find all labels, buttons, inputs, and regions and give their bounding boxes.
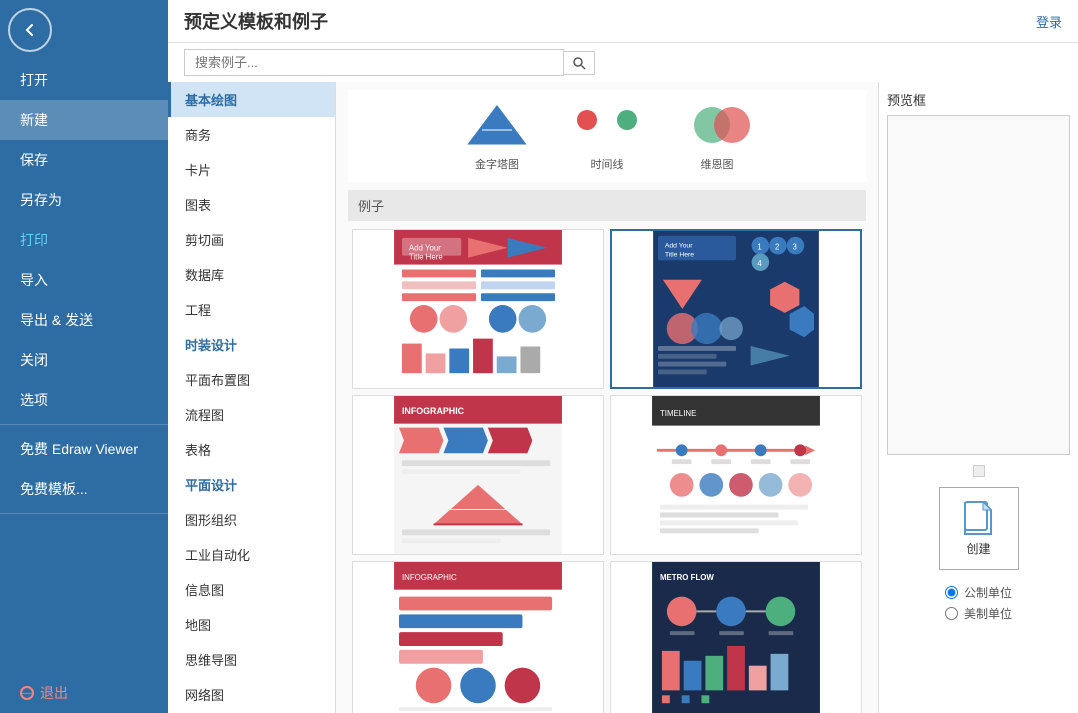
cat-item-industrial[interactable]: 工业自动化 <box>168 537 335 572</box>
svg-text:2: 2 <box>775 243 779 252</box>
cat-item-database[interactable]: 数据库 <box>168 257 335 292</box>
back-button[interactable] <box>8 8 52 52</box>
content-split: 基本绘图 商务 卡片 图表 剪切画 数据库 工程 时装设计 平面布置图 流程图 … <box>168 82 1078 713</box>
template-card-3[interactable]: INFOGRAPHIC <box>352 395 604 555</box>
thumb-timeline[interactable]: 时间线 <box>567 100 647 172</box>
close-label: 关闭 <box>20 350 48 370</box>
svg-text:Title Here: Title Here <box>409 253 444 262</box>
radio-us[interactable]: 美制单位 <box>945 605 1012 622</box>
cat-item-floorplan[interactable]: 平面布置图 <box>168 362 335 397</box>
sidebar-divider-2 <box>0 513 168 514</box>
top-thumbs-row: 金字塔图 时间线 维恩图 <box>348 90 866 182</box>
cat-item-business[interactable]: 商务 <box>168 117 335 152</box>
login-link[interactable]: 登录 <box>1036 12 1062 31</box>
sidebar-item-import[interactable]: 导入 <box>0 260 168 300</box>
cat-item-mindmap[interactable]: 思维导图 <box>168 642 335 677</box>
sidebar-item-print[interactable]: 打印 <box>0 220 168 260</box>
cat-item-flowchart[interactable]: 流程图 <box>168 397 335 432</box>
thumb-timeline-label: 时间线 <box>591 156 624 172</box>
svg-text:Title Here: Title Here <box>665 251 694 258</box>
radio-group: 公制单位 美制单位 <box>945 584 1012 622</box>
new-label: 新建 <box>20 110 48 130</box>
template-card-2[interactable]: Add Your Title Here 1 2 3 4 <box>610 229 862 389</box>
sidebar-item-free-templates[interactable]: 免费模板... <box>0 469 168 509</box>
thumb-pyramid-label: 金字塔图 <box>475 156 519 172</box>
create-button[interactable]: 创建 <box>939 487 1019 570</box>
exit-label: 退出 <box>40 683 68 703</box>
cat-item-network[interactable]: 网络图 <box>168 677 335 712</box>
template-card-4[interactable]: TIMELINE <box>610 395 862 555</box>
cat-item-fashion[interactable]: 时装设计 <box>168 327 335 362</box>
cat-item-clipart[interactable]: 剪切画 <box>168 222 335 257</box>
top-bar: 预定义模板和例子 登录 <box>168 0 1078 43</box>
sidebar-item-open[interactable]: 打开 <box>0 60 168 100</box>
open-label: 打开 <box>20 70 48 90</box>
sidebar-item-free-viewer[interactable]: 免费 Edraw Viewer <box>0 429 168 469</box>
radio-public[interactable]: 公制单位 <box>945 584 1012 601</box>
cat-item-infograph[interactable]: 图形组织 <box>168 502 335 537</box>
cat-item-table[interactable]: 表格 <box>168 432 335 467</box>
preview-box <box>887 115 1070 455</box>
radio-us-label: 美制单位 <box>964 605 1012 622</box>
preview-panel: 预览框 创建 公制单位 <box>878 82 1078 713</box>
free-viewer-label: 免费 Edraw Viewer <box>20 439 138 459</box>
sidebar-item-options[interactable]: 选项 <box>0 380 168 420</box>
template-card-1[interactable]: Add Your Title Here <box>352 229 604 389</box>
svg-text:Add Your: Add Your <box>665 243 693 250</box>
page-title: 预定义模板和例子 <box>184 8 328 34</box>
print-label: 打印 <box>20 230 48 250</box>
search-bar <box>168 43 1078 82</box>
cat-item-card[interactable]: 卡片 <box>168 152 335 187</box>
import-label: 导入 <box>20 270 48 290</box>
template-card-5[interactable]: INFOGRAPHIC <box>352 561 604 713</box>
sidebar: 打开 新建 保存 另存为 打印 导入 导出 & 发送 关闭 选项 免费 Edra… <box>0 0 168 713</box>
thumb-venn-label: 维恩图 <box>701 156 734 172</box>
svg-text:Add Your: Add Your <box>409 244 441 253</box>
sidebar-item-exit[interactable]: — 退出 <box>0 673 168 713</box>
search-button[interactable] <box>564 51 595 75</box>
svg-text:4: 4 <box>757 259 762 268</box>
search-input[interactable] <box>184 49 564 76</box>
svg-text:1: 1 <box>757 243 761 252</box>
svg-text:TIMELINE: TIMELINE <box>660 409 696 418</box>
sidebar-divider <box>0 424 168 425</box>
svg-text:INFOGRAPHIC: INFOGRAPHIC <box>402 573 457 582</box>
radio-us-input[interactable] <box>945 607 958 620</box>
thumb-pyramid[interactable]: 金字塔图 <box>457 100 537 172</box>
cat-item-engineering[interactable]: 工程 <box>168 292 335 327</box>
radio-public-input[interactable] <box>945 586 958 599</box>
options-label: 选项 <box>20 390 48 410</box>
cat-item-infomap[interactable]: 信息图 <box>168 572 335 607</box>
export-label: 导出 & 发送 <box>20 310 93 330</box>
svg-text:METRO FLOW: METRO FLOW <box>660 573 714 582</box>
cat-item-flat-design[interactable]: 平面设计 <box>168 467 335 502</box>
cat-item-basic[interactable]: 基本绘图 <box>168 82 335 117</box>
examples-section-label: 例子 <box>348 190 866 221</box>
sidebar-item-export[interactable]: 导出 & 发送 <box>0 300 168 340</box>
free-templates-label: 免费模板... <box>20 479 88 499</box>
preview-label: 预览框 <box>887 90 1070 109</box>
cat-item-map[interactable]: 地图 <box>168 607 335 642</box>
svg-text:3: 3 <box>793 243 797 252</box>
document-icon <box>963 500 995 536</box>
radio-public-label: 公制单位 <box>964 584 1012 601</box>
exit-icon: — <box>20 686 34 700</box>
category-list: 基本绘图 商务 卡片 图表 剪切画 数据库 工程 时装设计 平面布置图 流程图 … <box>168 82 336 713</box>
templates-area: 金字塔图 时间线 维恩图 <box>336 82 878 713</box>
templates-grid: Add Your Title Here <box>348 229 866 713</box>
sidebar-item-close[interactable]: 关闭 <box>0 340 168 380</box>
scroll-indicator <box>973 465 985 477</box>
save-label: 保存 <box>20 150 48 170</box>
create-label: 创建 <box>966 540 990 557</box>
sidebar-item-new[interactable]: 新建 <box>0 100 168 140</box>
svg-text:INFOGRAPHIC: INFOGRAPHIC <box>402 406 465 416</box>
sidebar-item-saveas[interactable]: 另存为 <box>0 180 168 220</box>
create-btn-area: 创建 公制单位 美制单位 <box>887 487 1070 622</box>
main-area: 预定义模板和例子 登录 基本绘图 商务 卡片 图表 剪切画 数据库 工程 时装设… <box>168 0 1078 713</box>
template-card-6[interactable]: METRO FLOW <box>610 561 862 713</box>
cat-item-chart[interactable]: 图表 <box>168 187 335 222</box>
saveas-label: 另存为 <box>20 190 62 210</box>
sidebar-item-save[interactable]: 保存 <box>0 140 168 180</box>
thumb-venn[interactable]: 维恩图 <box>677 100 757 172</box>
